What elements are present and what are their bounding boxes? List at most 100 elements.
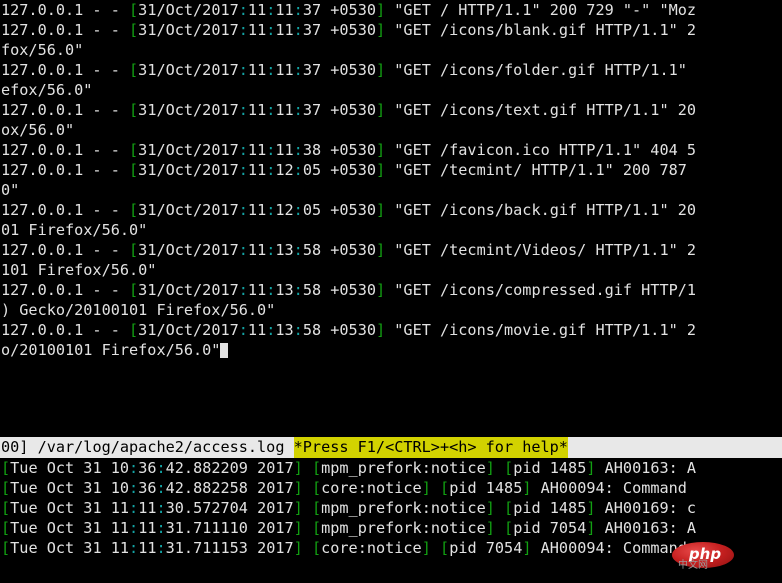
log-segment: : xyxy=(239,61,248,79)
log-segment: 11 xyxy=(138,519,156,537)
log-line: 127.0.0.1 - - [31/Oct/2017:11:13:58 +053… xyxy=(0,240,782,260)
log-segment: 58 +0530 xyxy=(303,321,376,339)
log-segment: ] xyxy=(376,101,385,119)
log-segment: ] xyxy=(486,499,495,517)
log-segment: 127.0.0.1 - - xyxy=(1,101,129,119)
log-segment: 11 xyxy=(248,241,266,259)
log-segment: pid 1485 xyxy=(513,499,586,517)
log-line: fox/56.0" xyxy=(0,40,782,60)
log-segment: ) Gecko/20100101 Firefox/56.0" xyxy=(1,301,275,319)
log-segment: 127.0.0.1 - - xyxy=(1,241,129,259)
log-line: [Tue Oct 31 11:11:30.572704 2017] [mpm_p… xyxy=(0,498,782,518)
log-segment: mpm_prefork:notice xyxy=(321,519,486,537)
log-segment: 11 xyxy=(138,499,156,517)
log-segment: 37 +0530 xyxy=(303,61,376,79)
log-segment: : xyxy=(156,479,165,497)
log-segment: "GET /icons/movie.gif HTTP/1.1" 2 xyxy=(385,321,696,339)
log-segment: 31/Oct/2017 xyxy=(138,161,239,179)
log-segment: ] xyxy=(422,479,431,497)
log-segment: 127.0.0.1 - - xyxy=(1,21,129,39)
log-segment: AH00163: A xyxy=(596,459,697,477)
pane-access-log[interactable]: 127.0.0.1 - - [31/Oct/2017:11:11:37 +053… xyxy=(0,0,782,420)
log-segment: : xyxy=(156,519,165,537)
log-segment: "GET /icons/back.gif HTTP/1.1" 20 xyxy=(385,201,696,219)
log-segment: AH00163: A xyxy=(596,519,697,537)
log-segment xyxy=(303,459,312,477)
log-segment: 0" xyxy=(1,181,19,199)
log-segment: 13 xyxy=(275,321,293,339)
log-segment: : xyxy=(266,161,275,179)
log-segment: ] xyxy=(522,539,531,557)
log-segment: 127.0.0.1 - - xyxy=(1,161,129,179)
log-segment: ] xyxy=(376,281,385,299)
log-segment: 11 xyxy=(275,21,293,39)
log-line: 127.0.0.1 - - [31/Oct/2017:11:11:37 +053… xyxy=(0,100,782,120)
log-segment: : xyxy=(239,1,248,19)
log-segment: [ xyxy=(1,499,10,517)
log-segment: 13 xyxy=(275,241,293,259)
log-segment: mpm_prefork:notice xyxy=(321,499,486,517)
log-segment: ] xyxy=(486,459,495,477)
log-segment: : xyxy=(266,141,275,159)
log-segment: : xyxy=(294,1,303,19)
log-segment: Tue Oct 31 11 xyxy=(10,519,129,537)
log-segment: 101 Firefox/56.0" xyxy=(1,261,156,279)
log-segment: 31/Oct/2017 xyxy=(138,101,239,119)
log-line: 101 Firefox/56.0" xyxy=(0,260,782,280)
log-segment: : xyxy=(294,281,303,299)
log-segment: 12 xyxy=(275,201,293,219)
log-segment: 37 +0530 xyxy=(303,1,376,19)
log-segment: 05 +0530 xyxy=(303,201,376,219)
log-segment: 11 xyxy=(248,141,266,159)
log-segment: : xyxy=(239,161,248,179)
log-segment: ] xyxy=(586,499,595,517)
log-segment: : xyxy=(156,459,165,477)
log-segment: [ xyxy=(129,161,138,179)
log-segment: "GET /favicon.ico HTTP/1.1" 404 5 xyxy=(385,141,696,159)
log-segment: ] xyxy=(376,1,385,19)
pane-error-log[interactable]: [Tue Oct 31 10:36:42.882209 2017] [mpm_p… xyxy=(0,458,782,583)
log-segment: 11 xyxy=(248,321,266,339)
log-segment: Tue Oct 31 10 xyxy=(10,479,129,497)
log-segment: : xyxy=(294,161,303,179)
log-segment: AH00169: c xyxy=(596,499,697,517)
log-segment: : xyxy=(156,499,165,517)
log-line: [Tue Oct 31 11:11:31.711110 2017] [mpm_p… xyxy=(0,518,782,538)
log-line: 127.0.0.1 - - [31/Oct/2017:11:13:58 +053… xyxy=(0,280,782,300)
log-segment: ] xyxy=(294,519,303,537)
log-segment: : xyxy=(294,101,303,119)
log-segment: : xyxy=(294,321,303,339)
log-segment: efox/56.0" xyxy=(1,81,92,99)
log-segment: 11 xyxy=(248,21,266,39)
statusbar[interactable]: 00] /var/log/apache2/access.log *Press F… xyxy=(0,437,782,458)
log-line: 0" xyxy=(0,180,782,200)
log-segment: 31.711110 2017 xyxy=(166,519,294,537)
log-segment: 31/Oct/2017 xyxy=(138,21,239,39)
log-segment: [ xyxy=(129,61,138,79)
log-segment: [ xyxy=(129,281,138,299)
log-segment: : xyxy=(156,539,165,557)
log-line: 01 Firefox/56.0" xyxy=(0,220,782,240)
log-segment: [ xyxy=(1,459,10,477)
log-segment: [ xyxy=(1,519,10,537)
log-segment xyxy=(495,459,504,477)
log-line: 127.0.0.1 - - [31/Oct/2017:11:13:58 +053… xyxy=(0,320,782,340)
log-segment: pid 7054 xyxy=(513,519,586,537)
log-line: o/20100101 Firefox/56.0" xyxy=(0,340,782,360)
log-segment: 42.882209 2017 xyxy=(166,459,294,477)
log-segment: [ xyxy=(1,479,10,497)
log-segment: "GET /icons/compressed.gif HTTP/1 xyxy=(385,281,696,299)
log-segment: : xyxy=(266,281,275,299)
log-segment: "GET /icons/text.gif HTTP/1.1" 20 xyxy=(385,101,696,119)
log-segment: ] xyxy=(376,201,385,219)
log-segment: : xyxy=(294,61,303,79)
log-segment: : xyxy=(266,241,275,259)
log-segment: : xyxy=(239,241,248,259)
log-segment: ] xyxy=(376,161,385,179)
log-segment: : xyxy=(239,321,248,339)
statusbar-help-hint[interactable]: *Press F1/<CTRL>+<h> for help* xyxy=(294,437,568,458)
log-segment xyxy=(303,539,312,557)
log-segment: 127.0.0.1 - - xyxy=(1,281,129,299)
log-segment: 127.0.0.1 - - xyxy=(1,321,129,339)
log-segment: ] xyxy=(294,459,303,477)
